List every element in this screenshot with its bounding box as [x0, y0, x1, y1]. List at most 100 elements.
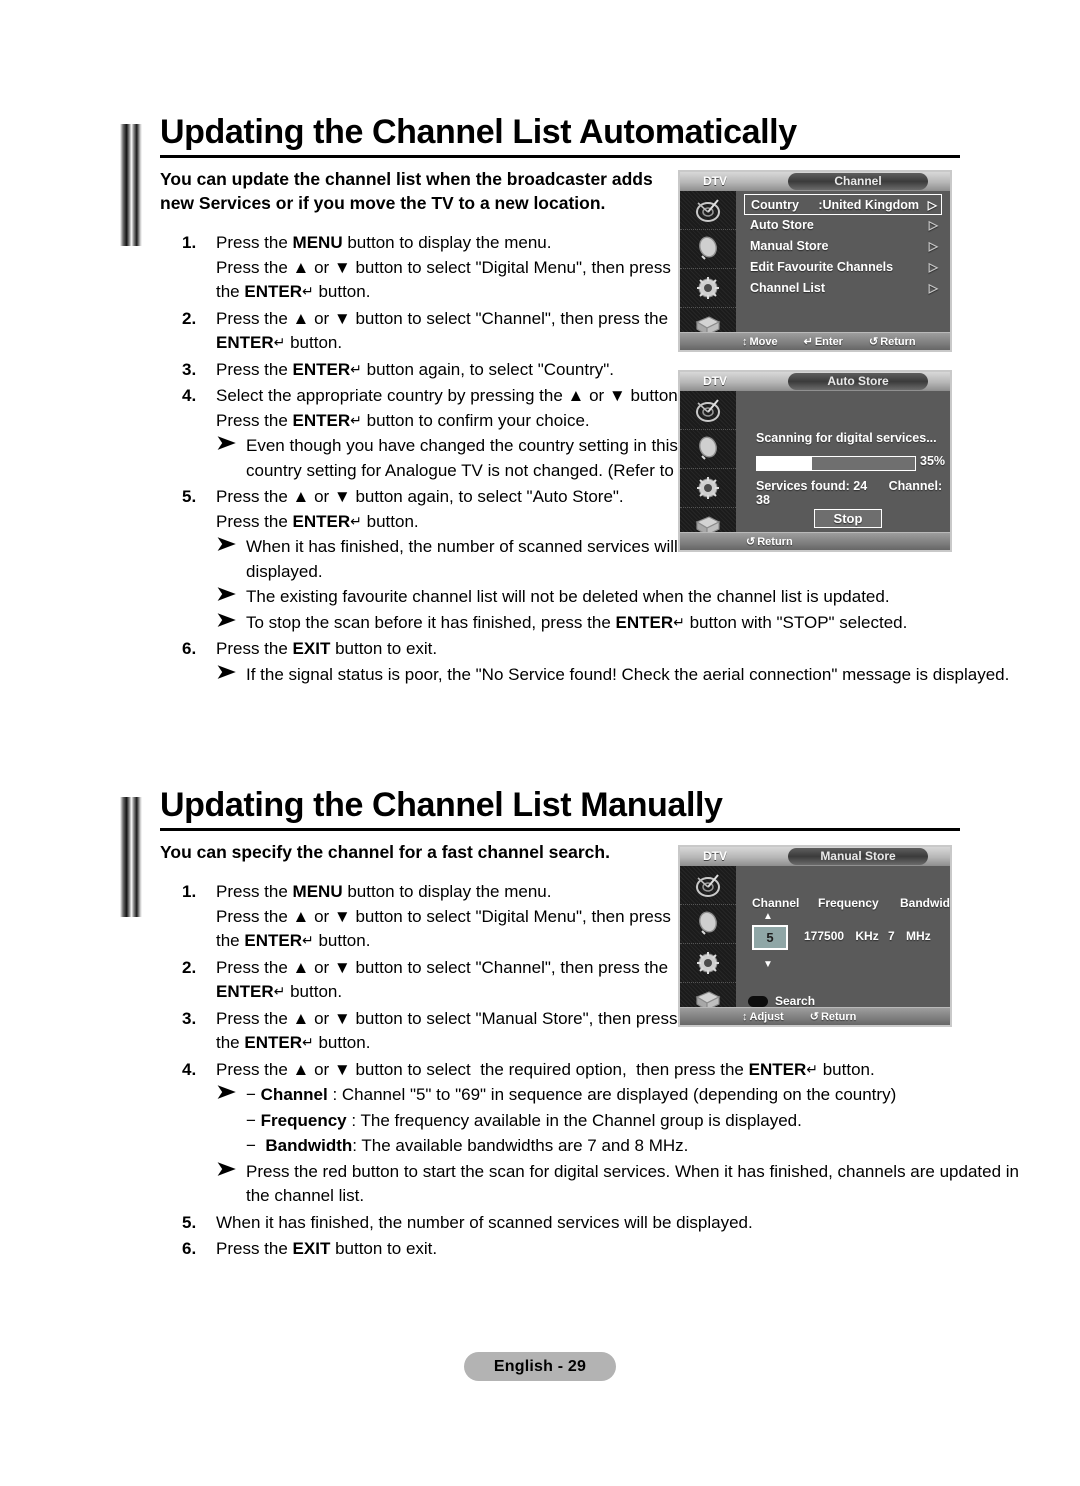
hint-label: Return [820, 1010, 857, 1023]
chevron-right-icon: ▷ [928, 260, 938, 274]
osd-auto-store-body: Scanning for digital services... 35% Ser… [736, 391, 950, 550]
osd-icon-sidebar [680, 391, 736, 550]
section-intro-automatic: You can update the channel list when the… [160, 169, 653, 213]
note-text: To stop the scan before it has finished,… [246, 613, 907, 632]
chevron-right-icon: ▷ [928, 218, 938, 232]
step-number: 2. [182, 308, 197, 328]
step-number: 2. [182, 957, 197, 977]
scan-progress-fill [757, 457, 813, 470]
osd-icon-sidebar [680, 191, 736, 350]
step-number: 6. [182, 639, 197, 658]
hint-label: Move [749, 335, 778, 348]
scan-stats: Services found: 24 Channel: 38 [756, 479, 950, 507]
note-text: The existing favourite channel list will… [246, 587, 890, 606]
chevron-right-icon: ▷ [928, 239, 938, 253]
osd-hint-bar: ↕ Move ↵ Enter ↺ Return [680, 332, 950, 350]
chevron-right-icon: ▷ [928, 281, 938, 295]
page-title-manual: Updating the Channel List Manually [160, 786, 723, 824]
note-text: When it has finished, the number of scan… [246, 537, 702, 581]
enter-arrow-icon: ↵ [273, 983, 286, 999]
menu-row-label: Auto Store [750, 218, 814, 232]
step-line: the ENTER↵ button. [216, 280, 736, 305]
osd-titlebar: DTV Manual Store [680, 847, 950, 866]
step-line: Press the ▲ or ▼ button to select "Digit… [216, 906, 671, 926]
picture-egg-icon [680, 230, 736, 269]
step-line: Press the ▲ or ▼ button to select "Manua… [216, 1008, 678, 1028]
step-line: Press the ENTER↵ button to confirm your … [216, 409, 736, 434]
osd-menu-row-auto-store[interactable]: Auto Store ▷ [744, 215, 942, 236]
hint-return: ↺ Return [869, 335, 916, 349]
menu-row-label: Manual Store [750, 239, 829, 253]
hint-move: ↕ Move [742, 336, 778, 348]
enter-arrow-icon: ↵ [806, 1060, 818, 1077]
column-header-bandwidth: Bandwidth [900, 896, 950, 910]
bandwidth-value: 7 MHz [888, 929, 931, 943]
hint-label: Return [757, 535, 793, 548]
step-number: 5. [182, 1212, 197, 1232]
menu-row-label: Edit Favourite Channels [750, 260, 894, 274]
step-line: Press the EXIT button to exit. [216, 1239, 438, 1258]
step-line: Press the ▲ or ▼ button to select "Chann… [216, 308, 669, 328]
updown-arrow-icon: ↕ [742, 1010, 748, 1023]
osd-source-label: DTV [703, 849, 727, 863]
frequency-value: 177500 KHz [804, 929, 879, 943]
step-item: 5. When it has finished, the number of s… [160, 1211, 960, 1236]
section-accent-bar [120, 124, 142, 246]
down-triangle-icon[interactable]: ▼ [763, 959, 773, 970]
enter-arrow-icon: ↵ [273, 334, 286, 350]
osd-menu-row-edit-favourite-channels[interactable]: Edit Favourite Channels ▷ [744, 257, 942, 278]
osd-title: Channel [788, 173, 928, 190]
osd-menu-row-country[interactable]: Country :United Kingdom ▷ [744, 194, 942, 215]
step-line: When it has finished, the number of scan… [216, 1212, 753, 1232]
step-line: Press the ▲ or ▼ button to select "Digit… [216, 257, 671, 277]
note-bullet: ➤ − Channel : Channel "5" to "69" in seq… [216, 1082, 1046, 1108]
picture-egg-icon [680, 905, 736, 944]
frequency-number: 177500 [804, 929, 845, 943]
search-button[interactable]: Search [748, 994, 815, 1008]
osd-titlebar: DTV Auto Store [680, 372, 950, 391]
step-number: 3. [182, 359, 197, 379]
enter-arrow-icon: ↵ [350, 411, 362, 428]
step-line: Press the MENU button to display the men… [216, 233, 552, 252]
hint-return: ↺ Return [809, 1010, 857, 1024]
step-line: Press the ▲ or ▼ button to select the re… [216, 1058, 1016, 1083]
osd-title: Manual Store [788, 848, 928, 865]
osd-menu-row-manual-store[interactable]: Manual Store ▷ [744, 236, 942, 257]
antenna-icon [680, 391, 736, 430]
osd-icon-sidebar [680, 866, 736, 1025]
hint-return: ↺ Return [746, 535, 793, 549]
picture-egg-icon [680, 430, 736, 469]
step-line: ENTER↵ button. [216, 980, 736, 1005]
osd-source-label: DTV [703, 174, 727, 188]
osd-screenshot-channel-menu: DTV Channel Country :United Kingdom ▷ Au… [678, 170, 952, 352]
osd-menu-row-channel-list[interactable]: Channel List ▷ [744, 278, 942, 299]
enter-arrow-icon: ↵ [301, 283, 314, 299]
step-line: Press the ▲ or ▼ button again, to select… [216, 487, 624, 506]
stop-button[interactable]: Stop [814, 509, 882, 528]
gear-setup-icon [680, 269, 736, 308]
step-item: 6. Press the EXIT button to exit. ➤ If t… [160, 637, 1009, 687]
hint-adjust: ↕ Adjust [742, 1011, 784, 1023]
chevron-right-icon: ▷ [927, 198, 937, 212]
menu-row-value: :United Kingdom [818, 198, 919, 212]
column-header-channel: Channel [752, 896, 800, 910]
channel-value-field[interactable]: 5 [752, 925, 788, 950]
note-bullet: ➤ To stop the scan before it has finishe… [216, 610, 1046, 636]
step-number: 5. [182, 487, 197, 506]
hint-label: Enter [814, 335, 843, 348]
step-number: 3. [182, 1008, 197, 1028]
search-label: Search [775, 994, 816, 1008]
up-triangle-icon[interactable]: ▲ [763, 911, 773, 922]
osd-screenshot-auto-store: DTV Auto Store Scanning for digital serv… [678, 370, 952, 552]
bullet-arrow-icon: ➤ [216, 1158, 236, 1180]
page-title-automatic: Updating the Channel List Automatically [160, 113, 797, 151]
step-number: 4. [182, 386, 197, 405]
hint-label: Return [880, 335, 916, 348]
step-number: 4. [182, 1059, 197, 1079]
column-header-frequency: Frequency [818, 896, 879, 910]
bullet-arrow-icon: ➤ [216, 661, 236, 683]
return-arrow-icon: ↺ [809, 1011, 819, 1023]
menu-row-label: Channel List [750, 281, 826, 295]
bullet-arrow-icon: ➤ [216, 1082, 236, 1103]
bandwidth-unit: MHz [906, 929, 931, 943]
